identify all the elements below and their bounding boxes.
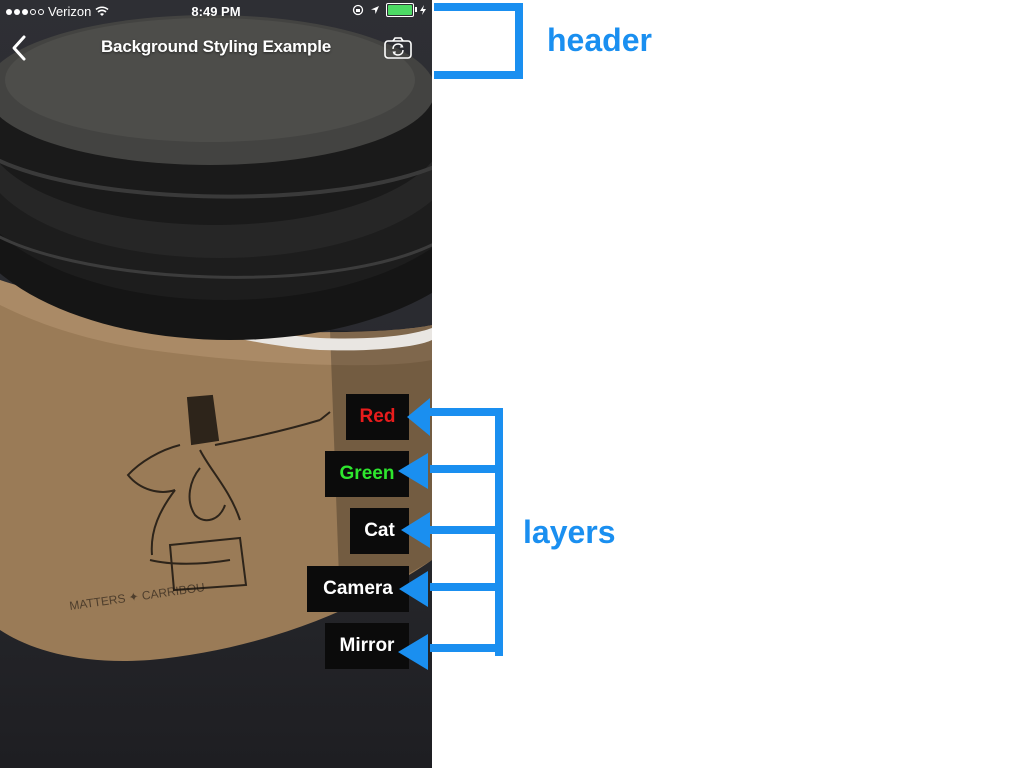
arrow-mirror — [398, 634, 428, 670]
arrow-green — [398, 453, 428, 489]
header-bracket — [434, 3, 523, 79]
layers-annotation-label: layers — [523, 514, 616, 550]
arrow-red — [407, 398, 430, 436]
annotation-overlay — [398, 3, 523, 670]
layer-arrows — [398, 398, 503, 670]
arrow-camera — [399, 571, 428, 607]
header-annotation-label: header — [547, 22, 652, 58]
arrow-cat — [401, 512, 430, 548]
